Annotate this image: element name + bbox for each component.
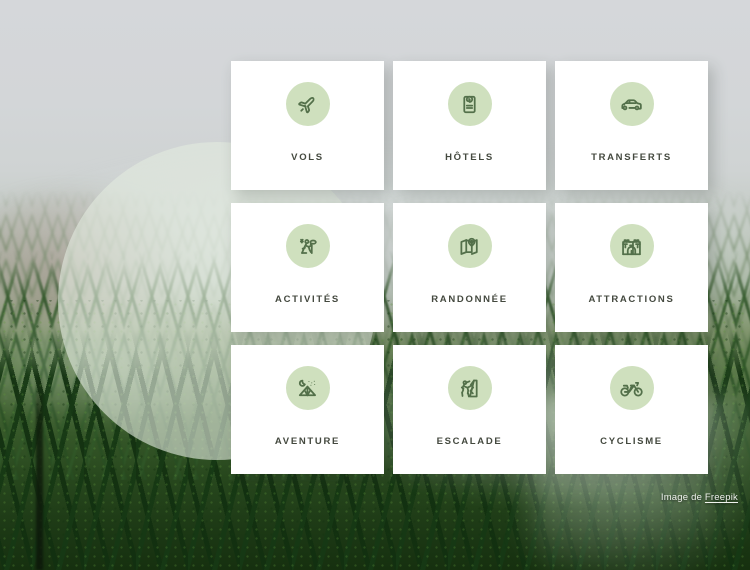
hiker-icon bbox=[285, 224, 330, 268]
car-icon bbox=[609, 82, 654, 126]
category-label: CYCLISME bbox=[600, 436, 663, 447]
category-grid: VOLS HÔTELS TRANSFERTS ACTIVITÉS RANDONN… bbox=[231, 61, 708, 474]
category-label: RANDONNÉE bbox=[431, 294, 508, 305]
map-pin-icon bbox=[447, 224, 492, 268]
category-card-cyclisme[interactable]: CYCLISME bbox=[555, 345, 708, 474]
door-hanger-icon bbox=[447, 82, 492, 126]
tree-trunk bbox=[36, 370, 43, 570]
freepik-link[interactable]: Freepik bbox=[705, 492, 738, 503]
tent-night-icon bbox=[285, 366, 330, 410]
category-label: TRANSFERTS bbox=[591, 152, 672, 163]
category-label: ESCALADE bbox=[436, 436, 503, 447]
image-credit-prefix: Image de bbox=[660, 492, 705, 503]
image-credit: Image de Freepik bbox=[661, 492, 738, 503]
category-label: VOLS bbox=[291, 152, 324, 163]
category-label: AVENTURE bbox=[274, 436, 341, 447]
category-card-escalade[interactable]: ESCALADE bbox=[393, 345, 546, 474]
castle-icon bbox=[609, 224, 654, 268]
category-card-aventure[interactable]: AVENTURE bbox=[231, 345, 384, 474]
airplane-icon bbox=[285, 82, 330, 126]
category-card-vols[interactable]: VOLS bbox=[231, 61, 384, 190]
category-card-hotels[interactable]: HÔTELS bbox=[393, 61, 546, 190]
category-card-transferts[interactable]: TRANSFERTS bbox=[555, 61, 708, 190]
category-card-activites[interactable]: ACTIVITÉS bbox=[231, 203, 384, 332]
climber-icon bbox=[447, 366, 492, 410]
category-label: ACTIVITÉS bbox=[275, 294, 340, 305]
category-card-randonnee[interactable]: RANDONNÉE bbox=[393, 203, 546, 332]
category-label: HÔTELS bbox=[445, 152, 494, 163]
mountain-ridge bbox=[0, 120, 270, 330]
category-card-attractions[interactable]: ATTRACTIONS bbox=[555, 203, 708, 332]
category-label: ATTRACTIONS bbox=[588, 294, 675, 305]
bicycle-icon bbox=[609, 366, 654, 410]
